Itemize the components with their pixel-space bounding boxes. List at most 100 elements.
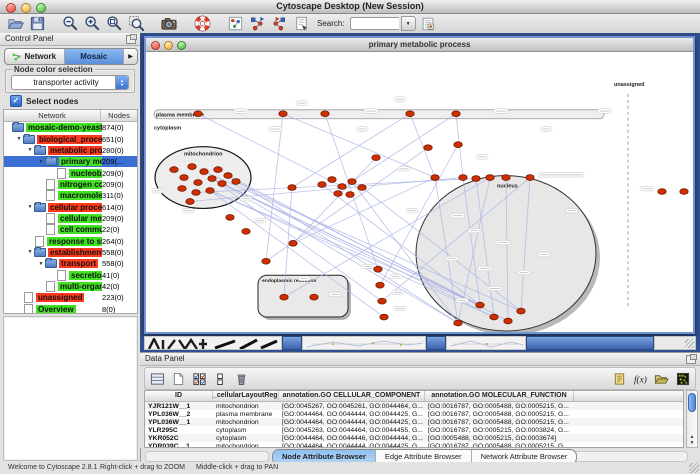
table-column-header[interactable] — [574, 391, 684, 401]
unselect-attributes-button[interactable] — [212, 371, 229, 387]
tree-row[interactable]: cell communicat22(0) — [4, 224, 137, 235]
network-window-titlebar[interactable]: primary metabolic process — [146, 38, 693, 52]
float-panel-icon[interactable] — [126, 35, 136, 44]
tree-row[interactable]: ▼biological_process651(0) — [4, 133, 137, 144]
layout-a-button[interactable] — [247, 15, 267, 33]
zoom-selected-region-button[interactable] — [126, 15, 146, 33]
table-column-header[interactable]: _cellularLayoutRegion — [213, 391, 279, 401]
search-input[interactable] — [350, 17, 399, 30]
import-attributes-button[interactable] — [653, 371, 670, 387]
select-nodes-checkbox[interactable]: ✓ — [10, 95, 22, 107]
tree-row[interactable]: unassigned223(0) — [4, 292, 137, 303]
horizontal-scroll-groove[interactable] — [145, 451, 269, 462]
resize-grip-icon[interactable] — [689, 463, 699, 473]
vizmapper-button[interactable] — [225, 15, 245, 33]
table-cell: [GO:0044464, GO:0044446, GO:0044444, G..… — [279, 435, 425, 442]
tree-row[interactable]: macromolecule311(0) — [4, 190, 137, 201]
graph-node — [346, 192, 354, 198]
tree-row-node-count: 651(0) — [102, 135, 137, 144]
tree-expander-icon[interactable]: ▼ — [37, 261, 45, 267]
zoom-out-button[interactable] — [60, 15, 80, 33]
tree-row[interactable]: ▼metabolic process280(0) — [4, 145, 137, 156]
table-row[interactable]: YJR121W__1mitochondrion[GO:0045267, GO:0… — [145, 402, 683, 410]
minimize-button[interactable] — [21, 3, 31, 13]
table-column-header[interactable]: annotation.GO MOLECULAR_FUNCTION — [425, 391, 574, 401]
formula-builder-button[interactable]: f(x) — [632, 371, 649, 387]
tree-row[interactable]: nitrogen compo209(0) — [4, 179, 137, 190]
window-resize-corner[interactable] — [654, 336, 696, 350]
table-row[interactable]: YLR295Ccytoplasm[GO:0045263, GO:0044464,… — [145, 426, 683, 434]
scrollbar-thumb[interactable] — [688, 393, 696, 412]
data-panel-title: Data Panel — [145, 354, 185, 363]
tree-expander-icon[interactable]: ▼ — [26, 204, 34, 210]
table-row[interactable]: YPL036W__1mitochondrion[GO:0044464, GO:0… — [145, 418, 683, 426]
index-page-icon — [420, 16, 436, 32]
tree-row-node-count: 264(0) — [102, 237, 137, 246]
scrollbar-arrows[interactable]: ▲▼ — [687, 434, 697, 446]
tab-mosaic[interactable]: Mosaic — [65, 49, 125, 64]
network-close-button[interactable] — [151, 41, 160, 50]
tree-row[interactable]: Overview8(0) — [4, 304, 137, 315]
attribute-notes-button[interactable] — [611, 371, 628, 387]
tree-row-label: nucleobase- — [69, 169, 102, 178]
new-attribute-button[interactable] — [170, 371, 187, 387]
save-session-button[interactable] — [27, 15, 47, 33]
search-dropdown-button[interactable]: ▼ — [401, 16, 416, 31]
network-zoom-button[interactable] — [177, 41, 186, 50]
layout-b-button[interactable] — [269, 15, 289, 33]
table-column-header[interactable]: ID — [145, 391, 213, 401]
background-window-titlebar[interactable] — [426, 336, 446, 350]
tree-row-label: secretion — [69, 271, 102, 280]
tree-row[interactable]: ▼transport558(0) — [4, 258, 137, 269]
zoom-in-button[interactable] — [82, 15, 102, 33]
zoom-fit-button[interactable] — [104, 15, 124, 33]
tree-row[interactable]: nucleobase-209(0) — [4, 167, 137, 178]
tree-row[interactable]: cellular metabo209(0) — [4, 213, 137, 224]
tree-row[interactable]: ▼primary metabol209(... — [4, 156, 137, 167]
tree-row-node-count: 558(0) — [102, 248, 137, 257]
table-scrollbar[interactable]: ▲▼ — [686, 390, 698, 448]
float-panel-icon[interactable] — [686, 355, 696, 364]
help-button[interactable] — [192, 15, 212, 33]
network-minimize-button[interactable] — [164, 41, 173, 50]
tree-row[interactable]: response to stimulu264(0) — [4, 235, 137, 246]
table-row[interactable]: YDR039C__1mitochondrion[GO:0044464, GO:0… — [145, 442, 683, 448]
background-window-titlebar[interactable] — [282, 336, 302, 350]
tree-expander-icon[interactable]: ▼ — [26, 147, 34, 153]
background-window-thumbnail[interactable] — [144, 336, 282, 350]
column-layout-button[interactable] — [149, 371, 166, 387]
network-snapshot-button[interactable] — [159, 15, 179, 33]
select-attributes-button[interactable] — [191, 371, 208, 387]
tree-column-nodes[interactable]: Nodes — [101, 110, 137, 121]
tab-overflow-button[interactable]: ▶ — [124, 49, 137, 64]
attribute-index-button[interactable] — [418, 15, 438, 33]
tree-row[interactable]: ▼cellular process614(0) — [4, 201, 137, 212]
network-view-window[interactable]: primary metabolic process plasma membran… — [144, 36, 695, 334]
annotation-button[interactable] — [291, 15, 311, 33]
tree-expander-icon[interactable]: ▼ — [15, 136, 23, 142]
background-window-thumbnail[interactable] — [446, 336, 526, 350]
background-window-thumbnail[interactable] — [302, 336, 426, 350]
network-canvas[interactable]: plasma membranecytoplasmnucleusmitochond… — [146, 52, 693, 332]
tab-network[interactable]: Network — [5, 49, 65, 64]
tree-column-network[interactable]: Network — [4, 110, 101, 121]
birds-eye-view[interactable] — [3, 316, 138, 461]
tree-row[interactable]: secretion41(0) — [4, 269, 137, 280]
tree-row[interactable]: ▼establishment of lo558(0) — [4, 247, 137, 258]
table-cell: mitochondrion — [213, 419, 279, 426]
tree-expander-icon[interactable]: ▼ — [26, 249, 34, 255]
tree-row[interactable]: mosaic-demo-yeast874(0) — [4, 122, 137, 133]
zoom-window-button[interactable] — [36, 3, 46, 13]
delete-attribute-button[interactable] — [233, 371, 250, 387]
table-row[interactable]: YPL036W__2plasma membrane[GO:0044464, GO… — [145, 410, 683, 418]
tree-expander-icon[interactable]: ▼ — [37, 159, 45, 165]
table-row[interactable]: YKR052Ccytoplasm[GO:0044464, GO:0044446,… — [145, 434, 683, 442]
open-session-button[interactable] — [5, 15, 25, 33]
network-graph[interactable]: plasma membranecytoplasmnucleusmitochond… — [146, 52, 693, 332]
background-window-titlebar[interactable] — [526, 336, 654, 350]
node-color-dropdown[interactable]: transporter activity ▲▼ — [11, 75, 129, 90]
tree-row[interactable]: multi-organism pro42(0) — [4, 281, 137, 292]
attribute-matrix-button[interactable] — [674, 371, 691, 387]
close-button[interactable] — [6, 3, 16, 13]
table-column-header[interactable]: annotation.GO CELLULAR_COMPONENT — [279, 391, 425, 401]
